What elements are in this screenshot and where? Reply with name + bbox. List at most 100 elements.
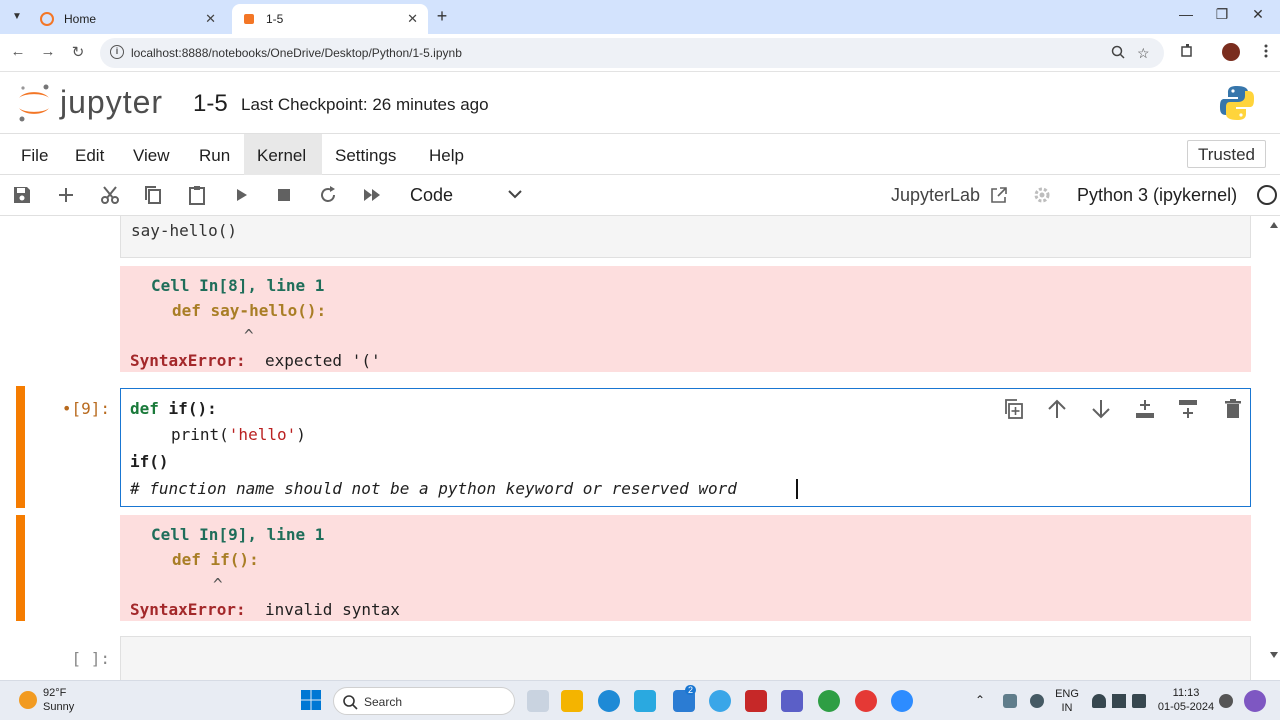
region-indicator[interactable]: IN <box>1054 702 1080 714</box>
menu-edit[interactable]: Edit <box>62 134 117 175</box>
menu-run[interactable]: Run <box>186 134 243 175</box>
trusted-button[interactable]: Trusted <box>1187 140 1267 168</box>
task-view-icon[interactable] <box>527 690 549 712</box>
jupyter-wordmark: jupyter <box>60 84 164 120</box>
new-tab-plus-icon[interactable]: + <box>432 6 452 27</box>
paste-icon[interactable] <box>186 184 208 206</box>
jupyter-header: jupyter 1-5 Last Checkpoint: 26 minutes … <box>0 72 1280 134</box>
tab-notebook-label: 1-5 <box>266 12 284 26</box>
restart-run-all-icon[interactable] <box>361 184 383 206</box>
weather-temperature[interactable]: 92°F <box>43 687 66 699</box>
edge-beta-icon[interactable] <box>709 690 731 712</box>
gear-icon[interactable] <box>1033 186 1051 204</box>
forward-arrow-icon[interactable]: → <box>38 43 58 60</box>
url-input[interactable]: i localhost:8888/notebooks/OneDrive/Desk… <box>100 38 1164 68</box>
extensions-icon[interactable] <box>1180 43 1195 58</box>
app-with-badge-icon[interactable]: 2 <box>673 685 697 712</box>
browser-menu-icon[interactable] <box>1264 43 1268 59</box>
tab-home[interactable]: Home ✕ <box>30 4 226 34</box>
reload-icon[interactable]: ↻ <box>68 43 88 61</box>
cell-type-select[interactable]: Code <box>410 185 453 206</box>
edge-browser-icon[interactable] <box>598 690 620 712</box>
chevron-down-icon[interactable] <box>506 183 524 205</box>
language-indicator[interactable]: ENG <box>1054 688 1080 700</box>
weather-condition[interactable]: Sunny <box>43 701 74 713</box>
insert-cell-above-icon[interactable] <box>1134 398 1156 420</box>
windows-start-icon[interactable] <box>301 690 321 710</box>
jupyter-logo-icon[interactable] <box>16 82 52 124</box>
move-cell-down-icon[interactable] <box>1090 398 1112 420</box>
tray-cloud-icon[interactable] <box>1003 694 1017 708</box>
menu-help[interactable]: Help <box>416 134 477 175</box>
microphone-icon[interactable] <box>1030 694 1044 708</box>
address-bar: ← → ↻ i localhost:8888/notebooks/OneDriv… <box>0 34 1280 72</box>
store-app-icon[interactable] <box>634 690 656 712</box>
code-cell-input[interactable]: say-hello() <box>120 216 1251 258</box>
zoom-app-icon[interactable] <box>891 690 913 712</box>
clock-time[interactable]: 11:13 <box>1156 687 1216 699</box>
notebook-favicon-icon <box>244 14 254 24</box>
text-caret <box>796 479 798 499</box>
duplicate-cell-icon[interactable] <box>1003 398 1025 420</box>
notebook-toolbar: Code JupyterLab Python 3 (ipykernel) <box>0 175 1280 216</box>
traceback-code-line: def if(): <box>172 550 259 569</box>
function-name: if(): <box>168 399 217 418</box>
wifi-icon[interactable] <box>1092 694 1106 708</box>
tab-notebook[interactable]: 1-5 ✕ <box>232 4 428 34</box>
empty-code-cell-input[interactable] <box>120 636 1251 680</box>
menu-view[interactable]: View <box>120 134 183 175</box>
tray-overflow-chevron-icon[interactable]: ⌃ <box>975 693 985 707</box>
error-message: invalid syntax <box>265 600 400 619</box>
close-tab-icon[interactable]: ✕ <box>205 11 216 27</box>
add-cell-icon[interactable] <box>55 184 77 206</box>
interrupt-kernel-icon[interactable] <box>273 184 295 206</box>
menu-kernel[interactable]: Kernel <box>244 134 322 175</box>
insert-cell-below-icon[interactable] <box>1177 398 1199 420</box>
teams-icon[interactable] <box>781 690 803 712</box>
minimize-icon[interactable]: — <box>1176 6 1196 22</box>
notebook-panel[interactable]: say-hello() Cell In[8], line 1 def say-h… <box>0 216 1280 680</box>
notebook-title[interactable]: 1-5 <box>193 90 228 118</box>
string-literal: 'hello' <box>228 425 297 444</box>
zoom-icon[interactable] <box>1111 45 1125 59</box>
scroll-down-arrow-icon[interactable] <box>1269 650 1279 660</box>
external-link-icon[interactable] <box>989 185 1009 205</box>
kernel-name[interactable]: Python 3 (ipykernel) <box>1077 185 1237 206</box>
delete-cell-icon[interactable] <box>1222 398 1244 420</box>
file-explorer-icon[interactable] <box>561 690 583 712</box>
mcafee-icon[interactable] <box>745 690 767 712</box>
scroll-up-arrow-icon[interactable] <box>1269 220 1279 230</box>
weather-sun-icon[interactable] <box>19 691 37 709</box>
cell9-prompt: •[9]: <box>61 399 110 418</box>
copilot-icon[interactable] <box>1244 690 1266 712</box>
profile-avatar[interactable] <box>1222 43 1240 61</box>
close-tab-icon[interactable]: ✕ <box>407 11 418 27</box>
volume-icon[interactable] <box>1112 694 1126 708</box>
sync-app-icon[interactable] <box>818 690 840 712</box>
copy-icon[interactable] <box>142 184 164 206</box>
taskbar-search-box[interactable]: Search <box>333 687 515 715</box>
site-info-icon[interactable]: i <box>110 45 124 59</box>
bookmark-star-icon[interactable]: ☆ <box>1137 45 1150 62</box>
notifications-icon[interactable] <box>1219 694 1233 708</box>
error-name: SyntaxError: <box>130 351 246 370</box>
menu-file[interactable]: File <box>8 134 61 175</box>
battery-icon[interactable] <box>1132 694 1146 708</box>
tab-search-dropdown[interactable]: ▼ <box>8 8 26 26</box>
search-label: Search <box>364 695 403 709</box>
menu-settings[interactable]: Settings <box>322 134 409 175</box>
clock-date[interactable]: 01-05-2024 <box>1156 701 1216 713</box>
move-cell-up-icon[interactable] <box>1046 398 1068 420</box>
restore-icon[interactable]: ❐ <box>1212 6 1232 23</box>
save-icon[interactable] <box>11 184 33 206</box>
cut-icon[interactable] <box>99 184 121 206</box>
print-call: print( <box>171 425 229 444</box>
code-line-1: def if(): <box>130 399 217 418</box>
error-message: expected '(' <box>265 351 381 370</box>
open-jupyterlab-link[interactable]: JupyterLab <box>891 185 980 206</box>
close-window-icon[interactable]: ✕ <box>1248 6 1268 23</box>
run-cell-icon[interactable] <box>230 184 252 206</box>
chrome-browser-icon[interactable] <box>855 690 877 712</box>
restart-kernel-icon[interactable] <box>317 184 339 206</box>
back-arrow-icon[interactable]: ← <box>8 43 28 60</box>
